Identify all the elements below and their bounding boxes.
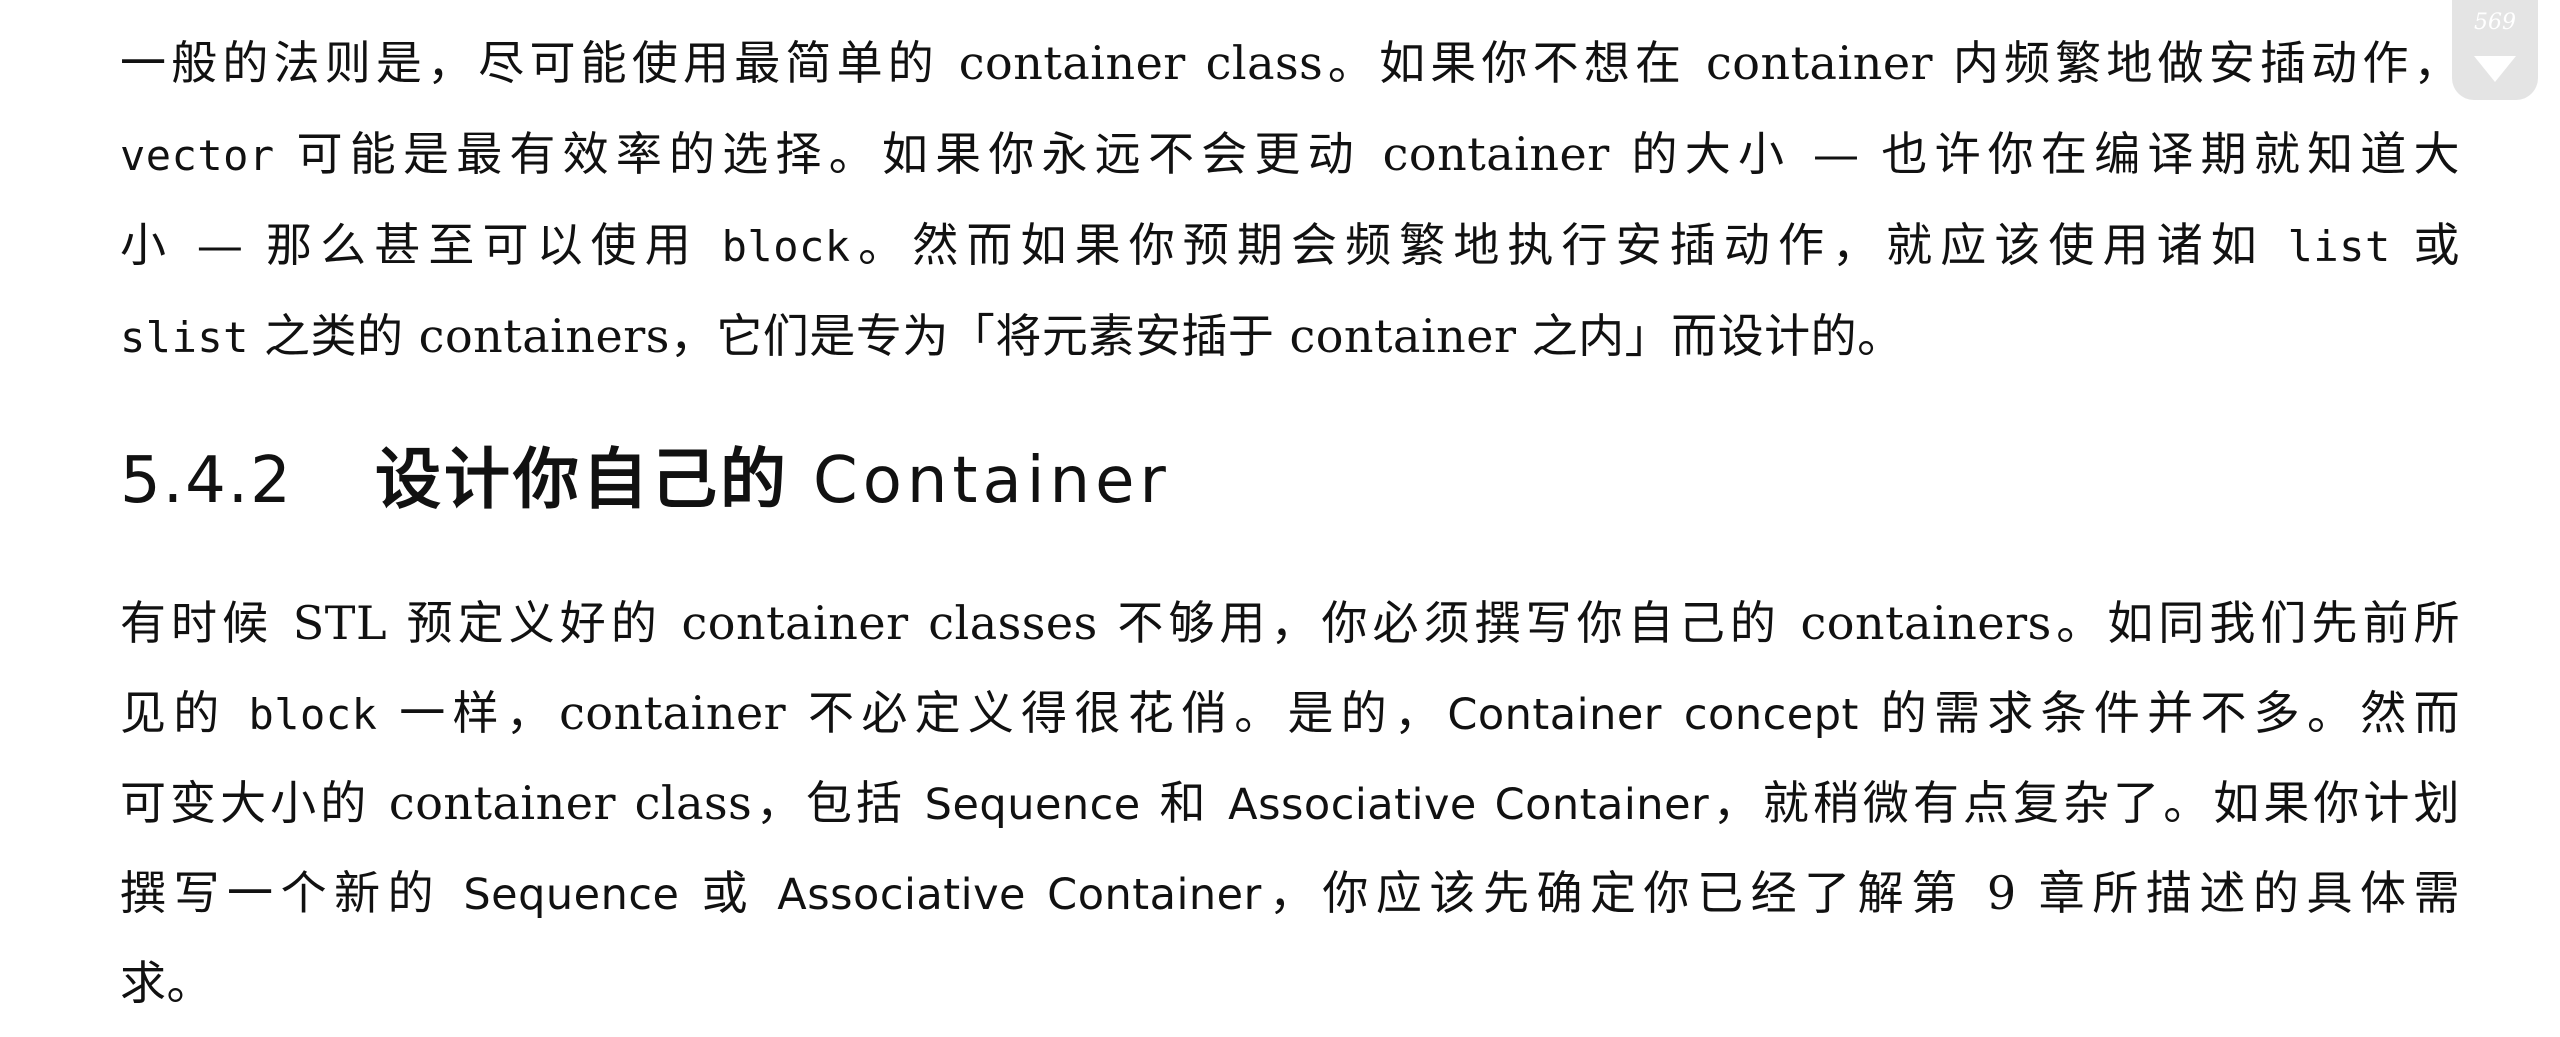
- section-title-chinese: 设计你自己的: [375, 441, 789, 518]
- text-run: 可变大小的 container class，包括: [120, 776, 925, 830]
- text-line: 撰写一个新的 Sequence 或 Associative Container，…: [120, 848, 2460, 938]
- text-run: 有时候 STL 预定义好的 container classes 不够用，你必须撰…: [120, 596, 2460, 650]
- code-term: vector: [120, 131, 275, 180]
- page-number-badge[interactable]: 569: [2452, 0, 2538, 100]
- text-run: 。然而如果你预期会频繁地执行安插动作，就应该使用诸如: [850, 218, 2288, 272]
- code-term: list: [2287, 222, 2391, 271]
- text-run: 见的: [120, 686, 249, 740]
- text-line: slist 之类的 containers，它们是专为「将元素安插于 contai…: [120, 291, 1904, 381]
- section-heading: 5.4.2 设计你自己的 Container: [120, 430, 1171, 530]
- text-run: 求。: [120, 956, 213, 1010]
- section-title-english: Container: [813, 444, 1171, 518]
- text-line: 小 — 那么甚至可以使用 block。然而如果你预期会频繁地执行安插动作，就应该…: [120, 200, 2460, 290]
- text-run: 之类的 containers，它们是专为「将元素安插于 container 之内…: [248, 309, 1904, 363]
- concept-term: Sequence: [463, 870, 680, 920]
- concept-term: Associative Container: [777, 870, 1262, 920]
- text-run: ，就稍微有点复杂了。如果你计划: [1709, 776, 2460, 830]
- page-number: 569: [2474, 10, 2516, 35]
- text-line: 见的 block 一样，container 不必定义得很花俏。是的，Contai…: [120, 668, 2460, 758]
- text-run: 或: [2390, 218, 2460, 272]
- concept-term: concept: [1683, 690, 1859, 740]
- text-run: 撰写一个新的: [120, 866, 464, 920]
- text-run: 可能是最有效率的选择。如果你永远不会更动 container 的大小 — 也许你…: [274, 127, 2460, 181]
- code-term: block: [248, 690, 378, 739]
- text-run: 和: [1140, 776, 1229, 830]
- text-line: 可变大小的 container class，包括 Sequence 和 Asso…: [120, 758, 2460, 848]
- code-term: slist: [120, 313, 249, 362]
- text-line: vector 可能是最有效率的选择。如果你永远不会更动 container 的大…: [120, 109, 2460, 199]
- text-run: 的需求条件并不多。然而: [1858, 686, 2460, 740]
- section-number: 5.4.2: [120, 444, 293, 518]
- concept-term: Associative Container: [1228, 780, 1710, 830]
- text-line: 有时候 STL 预定义好的 container classes 不够用，你必须撰…: [120, 578, 2460, 668]
- text-line: 一般的法则是，尽可能使用最简单的 container class。如果你不想在 …: [120, 18, 2460, 108]
- code-term: block: [721, 222, 851, 271]
- text-run: 一般的法则是，尽可能使用最简单的 container class。如果你不想在 …: [120, 36, 2460, 90]
- document-page: 一般的法则是，尽可能使用最简单的 container class。如果你不想在 …: [0, 0, 2560, 1037]
- text-run: 小 — 那么甚至可以使用: [120, 218, 722, 272]
- text-line: 求。: [120, 938, 213, 1028]
- concept-term: Container: [1447, 690, 1662, 740]
- chevron-down-icon: [2474, 56, 2516, 82]
- text-run: [1662, 686, 1684, 740]
- text-run: ，你应该先确定你已经了解第 9 章所描述的具体需: [1261, 866, 2461, 920]
- text-run: 一样，container 不必定义得很花俏。是的，: [377, 686, 1448, 740]
- concept-term: Sequence: [924, 780, 1141, 830]
- text-run: 或: [679, 866, 778, 920]
